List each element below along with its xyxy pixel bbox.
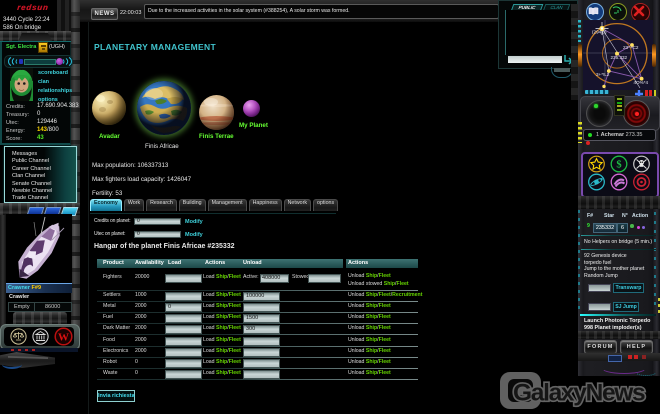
svg-text:3+*!L2: 3+*!L2 [596, 72, 610, 77]
svg-text:GalaxyNews: GalaxyNews [513, 380, 645, 407]
svg-text:$: $ [616, 160, 621, 171]
svg-text:(294!0): (294!0) [592, 30, 607, 35]
svg-text:235:332: 235:332 [611, 55, 628, 60]
svg-text:4O%*4: 4O%*4 [634, 80, 649, 85]
svg-text:W: W [58, 332, 69, 344]
svg-text:23*+C2: 23*+C2 [623, 45, 639, 50]
